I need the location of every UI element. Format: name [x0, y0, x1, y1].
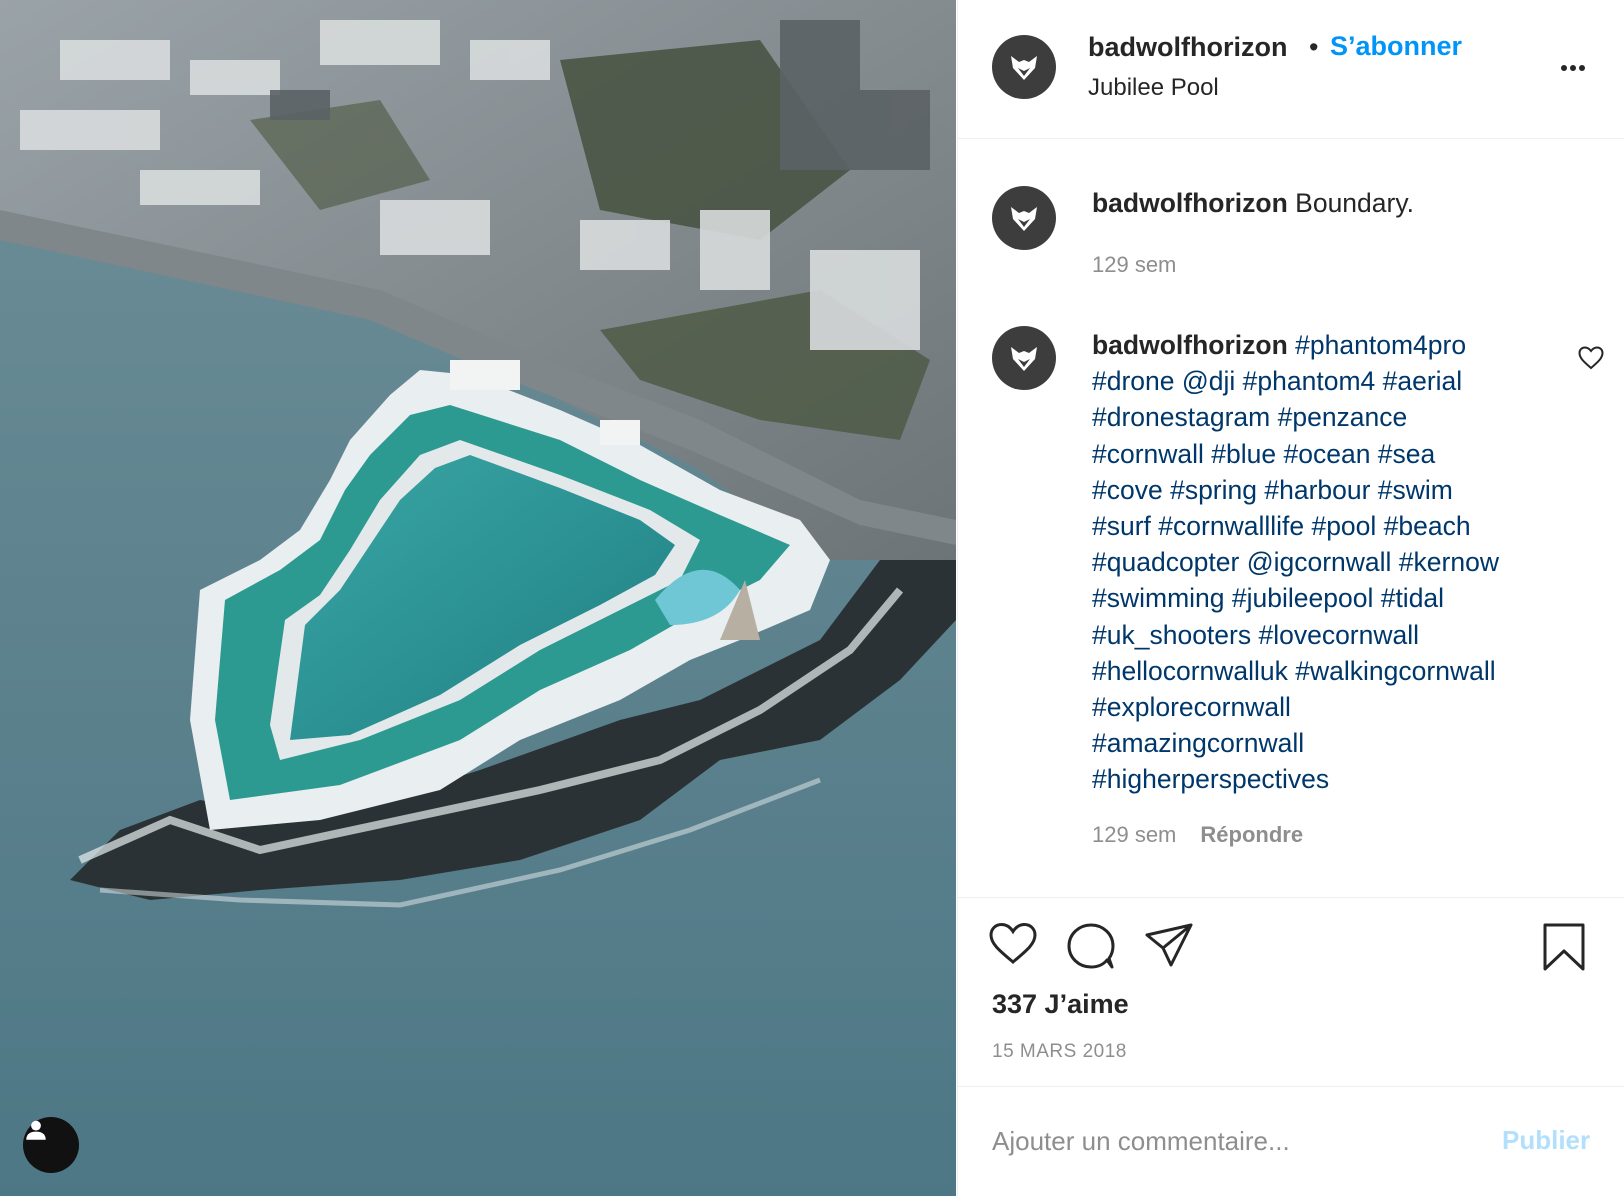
follow-button[interactable]: S’abonner — [1330, 31, 1462, 62]
location-link[interactable]: Jubilee Pool — [1088, 74, 1219, 102]
post-photo-image — [0, 0, 956, 1196]
comment-meta: 129 sem Répondre — [1092, 822, 1303, 848]
post-photo[interactable] — [0, 0, 956, 1196]
likes-count[interactable]: 337 J’aime — [992, 989, 1129, 1020]
caption-text: badwolfhorizon Boundary. — [1092, 188, 1414, 219]
hashtag-line[interactable]: #swimming #jubileepool #tidal — [1092, 580, 1562, 616]
hashtag-line[interactable]: #dronestagram #penzance — [1092, 399, 1562, 435]
wolf-logo-icon — [1011, 207, 1037, 231]
hashtag-line[interactable]: #phantom4pro — [1295, 330, 1466, 360]
user-icon — [26, 1120, 46, 1140]
post-date[interactable]: 15 MARS 2018 — [992, 1041, 1127, 1063]
comment-like-heart-icon[interactable] — [1578, 346, 1604, 370]
comment-input[interactable] — [992, 1121, 1492, 1161]
publish-button[interactable]: Publier — [1502, 1125, 1590, 1156]
header-username[interactable]: badwolfhorizon — [1088, 32, 1287, 63]
like-heart-icon[interactable] — [988, 922, 1038, 966]
avatar[interactable] — [992, 186, 1056, 250]
post-header: badwolfhorizon • S’abonner Jubilee Pool — [958, 0, 1624, 139]
hashtag-line[interactable]: #quadcopter @igcornwall #kernow — [1092, 544, 1562, 580]
post-side-panel: badwolfhorizon • S’abonner Jubilee Pool … — [957, 0, 1624, 1196]
save-bookmark-icon[interactable] — [1542, 922, 1586, 972]
hashtag-line[interactable]: #higherperspectives — [1092, 761, 1562, 797]
caption-username[interactable]: badwolfhorizon — [1092, 188, 1288, 218]
avatar[interactable] — [992, 326, 1056, 390]
wolf-logo-icon — [1011, 56, 1037, 80]
comment-bubble-icon[interactable] — [1066, 922, 1116, 970]
caption-time[interactable]: 129 sem — [1092, 252, 1176, 278]
wolf-logo-icon — [1011, 347, 1037, 371]
comment-username[interactable]: badwolfhorizon — [1092, 330, 1288, 360]
hashtag-line[interactable]: #hellocornwalluk #walkingcornwall — [1092, 653, 1562, 689]
header-separator: • — [1309, 32, 1319, 62]
hashtag-line[interactable]: #cornwall #blue #ocean #sea — [1092, 436, 1562, 472]
hashtag-line[interactable]: #explorecornwall — [1092, 689, 1562, 725]
hashtag-line[interactable]: #cove #spring #harbour #swim — [1092, 472, 1562, 508]
avatar[interactable] — [992, 35, 1056, 99]
add-comment-bar: Publier — [958, 1086, 1624, 1196]
comment-time[interactable]: 129 sem — [1092, 822, 1176, 847]
more-options-icon[interactable] — [1558, 58, 1588, 78]
hashtag-line[interactable]: #amazingcornwall — [1092, 725, 1562, 761]
comment-text: badwolfhorizon #phantom4pro #drone @dji … — [1092, 327, 1562, 798]
tagged-users-button[interactable] — [23, 1117, 79, 1173]
comment-line: badwolfhorizon #phantom4pro — [1092, 327, 1562, 363]
hashtag-line[interactable]: #surf #cornwalllife #pool #beach — [1092, 508, 1562, 544]
caption-body: Boundary. — [1295, 188, 1414, 218]
reply-button[interactable]: Répondre — [1200, 822, 1303, 847]
share-paper-plane-icon[interactable] — [1144, 922, 1194, 968]
action-bar: 337 J’aime 15 MARS 2018 — [958, 897, 1624, 1087]
hashtag-line[interactable]: #drone @dji #phantom4 #aerial — [1092, 363, 1562, 399]
hashtag-line[interactable]: #uk_shooters #lovecornwall — [1092, 617, 1562, 653]
